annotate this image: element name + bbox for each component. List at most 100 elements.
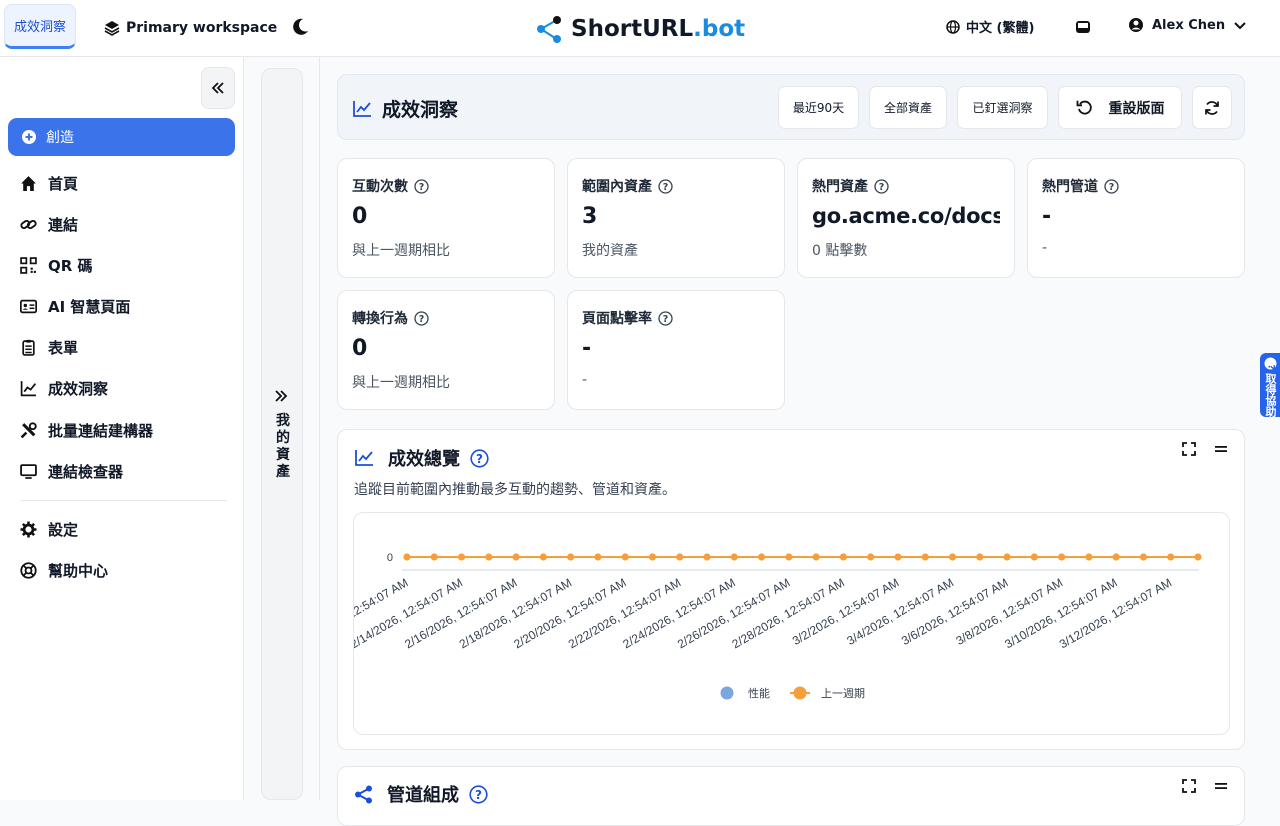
brand-prefix: ShortURL <box>571 16 694 42</box>
sidebar-item-bulk-builder[interactable]: 批量連結建構器 <box>20 418 153 442</box>
chart-line-icon <box>355 450 373 466</box>
share-nodes-icon <box>355 785 372 803</box>
stat-sub: - <box>1042 240 1048 256</box>
chevron-down-icon <box>1234 22 1246 30</box>
plus-circle-icon <box>22 130 36 144</box>
data-point <box>812 553 820 561</box>
date-range-button[interactable]: 最近90天 <box>778 86 859 129</box>
data-point <box>676 553 684 561</box>
reset-layout-button[interactable]: 重設版面 <box>1058 86 1182 129</box>
sidebar-item-forms[interactable]: 表單 <box>20 335 78 359</box>
inbox-icon[interactable] <box>1074 18 1092 36</box>
stat-card-engagements: 互動次數? 0 與上一週期相比 <box>337 158 555 278</box>
data-point <box>757 553 766 561</box>
y-tick-label: 0 <box>387 552 393 564</box>
sidebar: 創造 首頁 連結 QR 碼 AI 智慧頁面 表單 成效洞察 批量連結建構器 連結… <box>0 57 244 800</box>
stat-value[interactable]: go.acme.co/docs <box>812 204 1000 234</box>
workspace-switcher[interactable]: Primary workspace <box>104 16 277 40</box>
svg-text:?: ? <box>1109 182 1115 193</box>
channel-mix-card: 管道組成 ? <box>337 766 1245 826</box>
stat-value: 0 <box>352 204 368 229</box>
collapse-sidebar-button[interactable] <box>201 67 235 109</box>
create-button[interactable]: 創造 <box>8 118 235 156</box>
sidebar-item-qr[interactable]: QR 碼 <box>20 253 93 277</box>
stat-sub: 與上一週期相比 <box>352 375 450 391</box>
stat-label: 熱門資產 <box>812 179 868 195</box>
legend-label: 性能 <box>748 686 770 700</box>
expand-icon[interactable] <box>1182 442 1196 456</box>
pinned-insights-label: 已釘選洞察 <box>972 101 1033 115</box>
qr-icon <box>20 256 37 274</box>
user-menu[interactable]: Alex Chen <box>1128 17 1247 33</box>
drag-handle-icon[interactable] <box>1214 779 1228 793</box>
stat-value: 0 <box>352 336 368 361</box>
stat-card-assets-in-scope: 範圍內資產? 3 我的資產 <box>567 158 785 278</box>
stat-label: 範圍內資產 <box>582 179 652 195</box>
stat-card-page-ctr: 頁面點擊率? - - <box>567 290 785 410</box>
sidebar-item-settings[interactable]: 設定 <box>20 517 78 541</box>
expand-icon[interactable] <box>1182 779 1196 793</box>
sidebar-item-label: 首頁 <box>48 174 79 193</box>
data-point <box>730 553 738 561</box>
drag-handle-icon[interactable] <box>1214 442 1228 456</box>
help-icon[interactable]: ? <box>469 784 488 804</box>
all-assets-button[interactable]: 全部資產 <box>869 86 947 129</box>
stat-value: - <box>1042 204 1052 229</box>
svg-text:?: ? <box>419 182 425 193</box>
brand-suffix: .bot <box>693 16 746 42</box>
sidebar-item-insights[interactable]: 成效洞察 <box>20 376 108 400</box>
tab-insights[interactable]: 成效洞察 <box>4 4 76 49</box>
data-point <box>976 553 984 561</box>
get-help-tab[interactable]: ? 取得協助 <box>1260 353 1280 417</box>
date-range-label: 最近90天 <box>792 101 845 115</box>
help-icon[interactable]: ? <box>414 178 429 194</box>
sidebar-item-label: 設定 <box>48 520 79 539</box>
form-icon <box>22 339 35 356</box>
gear-icon <box>20 521 37 537</box>
sidebar-item-ai-pages[interactable]: AI 智慧頁面 <box>20 294 130 318</box>
card-description: 追蹤目前範圍內推動最多互動的趨勢、管道和資產。 <box>354 482 676 498</box>
top-bar: 成效洞察 Primary workspace ShortURL .bot 中文 (… <box>0 0 1280 57</box>
language-selector[interactable]: 中文 (繁體) <box>946 17 1034 36</box>
help-icon[interactable]: ? <box>658 178 673 194</box>
sidebar-item-link-checker[interactable]: 連結檢查器 <box>20 459 123 483</box>
svg-text:?: ? <box>663 314 669 325</box>
performance-chart: 02/12/2026, 12:54:07 AM2/14/2026, 12:54:… <box>353 512 1230 735</box>
card-title: 管道組成 ? <box>354 781 488 807</box>
data-point <box>703 553 711 561</box>
data-point <box>839 553 848 561</box>
id-card-icon <box>20 299 37 313</box>
sidebar-item-home[interactable]: 首頁 <box>20 171 78 195</box>
sidebar-item-label: 成效洞察 <box>48 379 109 398</box>
refresh-button[interactable] <box>1192 86 1232 129</box>
data-point <box>1085 553 1093 561</box>
my-assets-drawer[interactable]: 我的資產 <box>261 68 303 800</box>
data-point <box>485 553 493 561</box>
help-icon[interactable]: ? <box>874 178 889 194</box>
data-point <box>621 553 629 561</box>
double-chevron-left-icon <box>211 82 224 94</box>
data-point <box>512 553 520 561</box>
data-point <box>430 553 438 561</box>
data-point <box>403 553 411 561</box>
sidebar-item-help-center[interactable]: 幫助中心 <box>20 558 108 582</box>
help-icon[interactable]: ? <box>1104 178 1119 194</box>
help-icon[interactable]: ? <box>414 310 429 326</box>
help-icon[interactable]: ? <box>658 310 673 326</box>
stat-label: 熱門管道 <box>1042 179 1098 195</box>
moon-icon[interactable] <box>290 17 310 37</box>
sidebar-item-links[interactable]: 連結 <box>20 212 78 236</box>
pinned-insights-button[interactable]: 已釘選洞察 <box>957 86 1048 129</box>
stat-label: 頁面點擊率 <box>582 311 652 327</box>
data-point <box>894 553 902 561</box>
data-point <box>539 553 547 561</box>
share-nodes-icon <box>537 16 561 43</box>
data-point <box>1167 553 1175 561</box>
user-name: Alex Chen <box>1152 17 1226 33</box>
data-point <box>948 553 957 561</box>
lifebuoy-icon <box>20 561 37 579</box>
insights-header: 成效洞察 最近90天 全部資產 已釘選洞察 重設版面 <box>337 74 1245 140</box>
stat-sub: 0 點擊數 <box>812 243 868 259</box>
brand-logo[interactable]: ShortURL .bot <box>535 14 745 44</box>
help-icon[interactable]: ? <box>470 448 489 468</box>
